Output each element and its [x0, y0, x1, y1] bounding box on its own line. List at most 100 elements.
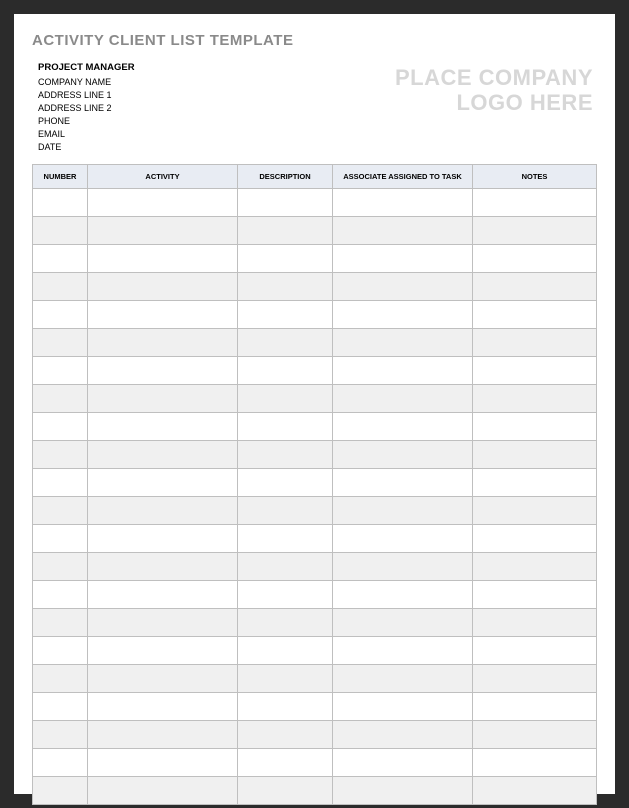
cell-associate[interactable]: [333, 301, 473, 329]
cell-activity[interactable]: [88, 609, 238, 637]
cell-activity[interactable]: [88, 693, 238, 721]
cell-number[interactable]: [33, 357, 88, 385]
cell-activity[interactable]: [88, 329, 238, 357]
cell-notes[interactable]: [473, 441, 597, 469]
cell-notes[interactable]: [473, 721, 597, 749]
cell-activity[interactable]: [88, 665, 238, 693]
cell-notes[interactable]: [473, 245, 597, 273]
cell-number[interactable]: [33, 217, 88, 245]
cell-description[interactable]: [238, 749, 333, 777]
cell-number[interactable]: [33, 245, 88, 273]
cell-description[interactable]: [238, 413, 333, 441]
cell-notes[interactable]: [473, 553, 597, 581]
cell-activity[interactable]: [88, 497, 238, 525]
cell-notes[interactable]: [473, 413, 597, 441]
cell-number[interactable]: [33, 749, 88, 777]
cell-number[interactable]: [33, 609, 88, 637]
cell-associate[interactable]: [333, 749, 473, 777]
cell-associate[interactable]: [333, 385, 473, 413]
cell-activity[interactable]: [88, 441, 238, 469]
cell-associate[interactable]: [333, 441, 473, 469]
cell-associate[interactable]: [333, 581, 473, 609]
cell-activity[interactable]: [88, 749, 238, 777]
cell-description[interactable]: [238, 609, 333, 637]
cell-description[interactable]: [238, 469, 333, 497]
cell-description[interactable]: [238, 245, 333, 273]
cell-activity[interactable]: [88, 273, 238, 301]
cell-activity[interactable]: [88, 469, 238, 497]
cell-number[interactable]: [33, 441, 88, 469]
cell-description[interactable]: [238, 385, 333, 413]
cell-number[interactable]: [33, 413, 88, 441]
cell-notes[interactable]: [473, 665, 597, 693]
cell-description[interactable]: [238, 777, 333, 805]
cell-description[interactable]: [238, 189, 333, 217]
cell-number[interactable]: [33, 301, 88, 329]
cell-notes[interactable]: [473, 357, 597, 385]
cell-associate[interactable]: [333, 497, 473, 525]
cell-number[interactable]: [33, 189, 88, 217]
cell-associate[interactable]: [333, 189, 473, 217]
cell-number[interactable]: [33, 637, 88, 665]
cell-description[interactable]: [238, 217, 333, 245]
cell-description[interactable]: [238, 497, 333, 525]
cell-description[interactable]: [238, 637, 333, 665]
cell-number[interactable]: [33, 721, 88, 749]
cell-notes[interactable]: [473, 581, 597, 609]
cell-number[interactable]: [33, 581, 88, 609]
cell-associate[interactable]: [333, 777, 473, 805]
cell-activity[interactable]: [88, 385, 238, 413]
cell-notes[interactable]: [473, 609, 597, 637]
cell-number[interactable]: [33, 777, 88, 805]
cell-associate[interactable]: [333, 665, 473, 693]
cell-number[interactable]: [33, 665, 88, 693]
cell-associate[interactable]: [333, 637, 473, 665]
cell-notes[interactable]: [473, 329, 597, 357]
cell-number[interactable]: [33, 469, 88, 497]
cell-notes[interactable]: [473, 217, 597, 245]
cell-number[interactable]: [33, 497, 88, 525]
cell-associate[interactable]: [333, 721, 473, 749]
cell-notes[interactable]: [473, 301, 597, 329]
cell-activity[interactable]: [88, 637, 238, 665]
cell-description[interactable]: [238, 553, 333, 581]
cell-number[interactable]: [33, 273, 88, 301]
cell-associate[interactable]: [333, 245, 473, 273]
cell-notes[interactable]: [473, 637, 597, 665]
cell-associate[interactable]: [333, 609, 473, 637]
cell-notes[interactable]: [473, 273, 597, 301]
cell-associate[interactable]: [333, 525, 473, 553]
cell-activity[interactable]: [88, 189, 238, 217]
cell-notes[interactable]: [473, 749, 597, 777]
cell-number[interactable]: [33, 329, 88, 357]
cell-description[interactable]: [238, 665, 333, 693]
cell-notes[interactable]: [473, 497, 597, 525]
cell-associate[interactable]: [333, 273, 473, 301]
cell-description[interactable]: [238, 329, 333, 357]
cell-activity[interactable]: [88, 301, 238, 329]
cell-notes[interactable]: [473, 525, 597, 553]
cell-activity[interactable]: [88, 581, 238, 609]
cell-associate[interactable]: [333, 693, 473, 721]
cell-number[interactable]: [33, 385, 88, 413]
cell-activity[interactable]: [88, 357, 238, 385]
cell-number[interactable]: [33, 693, 88, 721]
cell-number[interactable]: [33, 525, 88, 553]
cell-activity[interactable]: [88, 553, 238, 581]
cell-activity[interactable]: [88, 721, 238, 749]
cell-description[interactable]: [238, 721, 333, 749]
cell-notes[interactable]: [473, 469, 597, 497]
cell-description[interactable]: [238, 357, 333, 385]
cell-associate[interactable]: [333, 357, 473, 385]
cell-associate[interactable]: [333, 413, 473, 441]
cell-description[interactable]: [238, 525, 333, 553]
cell-activity[interactable]: [88, 525, 238, 553]
cell-activity[interactable]: [88, 245, 238, 273]
cell-description[interactable]: [238, 273, 333, 301]
cell-notes[interactable]: [473, 189, 597, 217]
cell-notes[interactable]: [473, 385, 597, 413]
cell-activity[interactable]: [88, 777, 238, 805]
cell-description[interactable]: [238, 301, 333, 329]
cell-associate[interactable]: [333, 329, 473, 357]
cell-notes[interactable]: [473, 777, 597, 805]
